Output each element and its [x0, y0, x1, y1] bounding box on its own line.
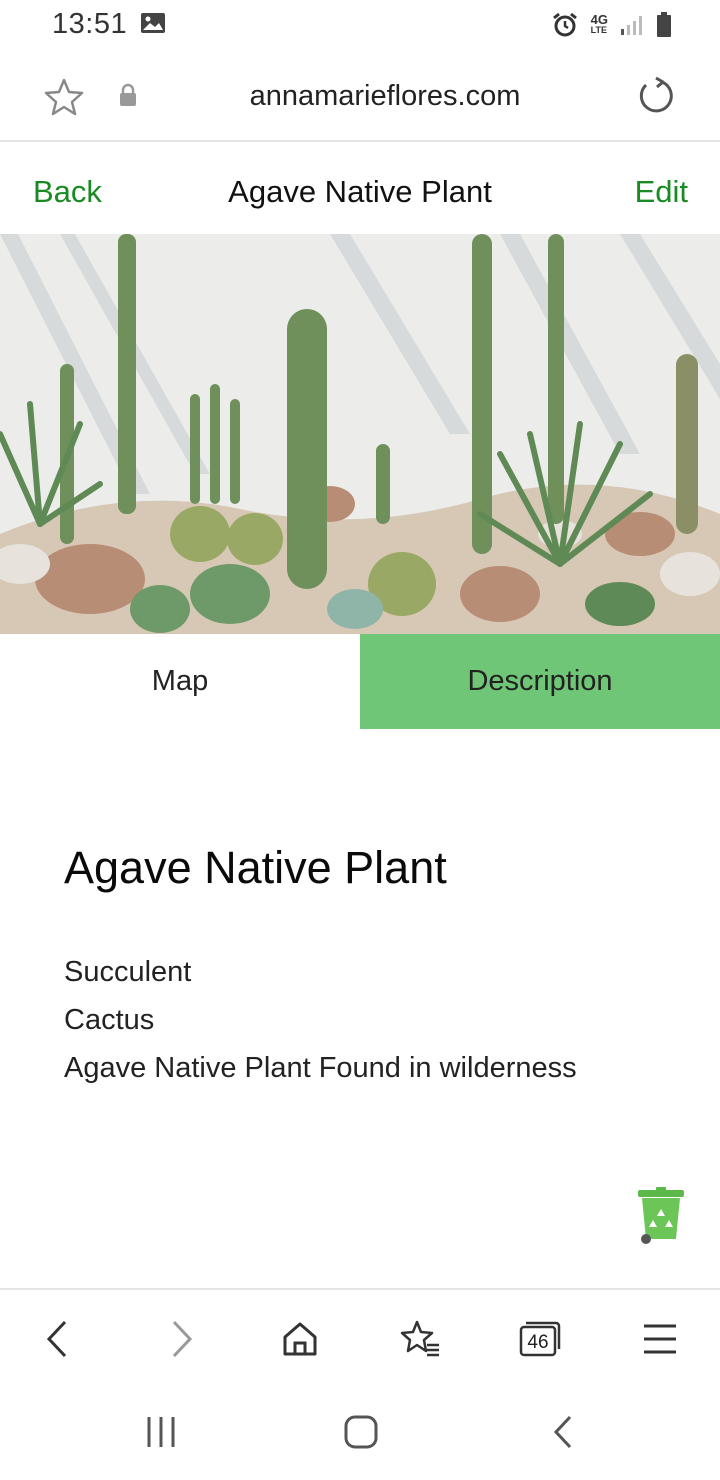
home-icon[interactable]	[275, 1314, 325, 1364]
description-line: Agave Native Plant Found in wilderness	[64, 1052, 577, 1084]
status-bar: 13:51 4G LTE	[0, 0, 720, 52]
description-lines: Succulent Cactus Agave Native Plant Foun…	[64, 948, 577, 1092]
tab-description[interactable]: Description	[360, 634, 720, 729]
network-label: 4G	[590, 12, 608, 27]
bookmarks-icon[interactable]	[395, 1314, 445, 1364]
battery-icon	[656, 12, 672, 38]
recycle-bin-icon[interactable]	[634, 1187, 688, 1250]
image-icon	[140, 12, 166, 34]
back-arrow-icon[interactable]	[33, 1314, 83, 1364]
alarm-icon	[551, 11, 579, 39]
status-time: 13:51	[52, 8, 128, 40]
description-line: Succulent	[64, 956, 192, 988]
browser-url-bar: annamarieflores.com	[0, 52, 720, 142]
page-title: Agave Native Plant	[228, 174, 492, 209]
menu-icon[interactable]	[635, 1314, 685, 1364]
tabs-count: 46	[527, 1332, 549, 1353]
app-header: Back Agave Native Plant Edit	[0, 144, 720, 234]
plant-hero-image	[0, 234, 720, 634]
network-sub-label: LTE	[590, 25, 607, 35]
system-nav-bar	[0, 1384, 720, 1480]
browser-bottom-nav: 46	[0, 1288, 720, 1384]
home-circle-icon[interactable]	[343, 1414, 379, 1455]
network-type: 4G LTE	[590, 12, 608, 35]
system-back-icon[interactable]	[550, 1414, 576, 1455]
reload-icon[interactable]	[636, 76, 676, 121]
signal-icon	[620, 14, 644, 36]
description-line: Cactus	[64, 1004, 155, 1036]
url-text[interactable]: annamarieflores.com	[0, 80, 720, 113]
recent-apps-icon[interactable]	[145, 1414, 177, 1455]
forward-arrow-icon[interactable]	[156, 1314, 206, 1364]
tab-bar: Map Description	[0, 634, 720, 729]
tab-map[interactable]: Map	[0, 634, 360, 729]
content-title: Agave Native Plant	[64, 842, 447, 893]
status-icons: 4G LTE	[551, 10, 672, 40]
edit-button[interactable]: Edit	[635, 174, 688, 210]
tabs-icon[interactable]: 46	[515, 1314, 565, 1364]
